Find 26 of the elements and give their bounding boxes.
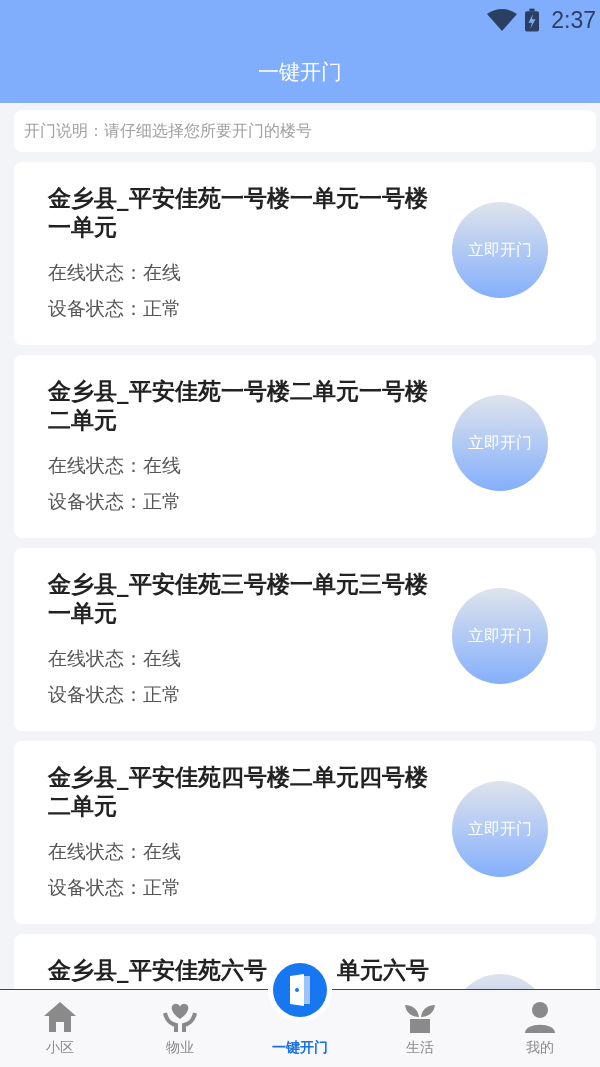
device-status: 设备状态：正常 — [48, 683, 181, 705]
building-name: 金乡县_平安佳苑一号楼一单元一号楼一单元 — [48, 184, 429, 242]
home-icon — [42, 999, 78, 1035]
online-status: 在线状态：在线 — [48, 840, 181, 862]
notice-bar: 开门说明：请仔细选择您所要开门的楼号 — [14, 110, 596, 152]
nav-tab[interactable]: 我的 — [526, 1039, 554, 1057]
device-status: 设备状态：正常 — [48, 876, 181, 898]
nav-tab[interactable]: 物业 — [166, 1039, 194, 1057]
device-status: 设备状态：正常 — [48, 490, 181, 512]
page-title: 一键开门 — [258, 58, 342, 86]
building-name: 金乡县_平安佳苑六号 — [48, 956, 267, 985]
building-name: 单元六号 — [336, 956, 429, 985]
online-status: 在线状态：在线 — [48, 647, 181, 669]
nav-tab[interactable]: 生活 — [406, 1039, 434, 1057]
battery-icon — [525, 8, 540, 32]
online-status: 在线状态：在线 — [48, 454, 181, 476]
building-name: 金乡县_平安佳苑一号楼二单元一号楼二单元 — [48, 377, 429, 435]
nav-tab[interactable]: 小区 — [46, 1039, 74, 1057]
status-time: 2:37 — [551, 6, 596, 34]
building-name: 金乡县_平安佳苑三号楼一单元三号楼一单元 — [48, 570, 429, 628]
wifi-icon — [487, 9, 518, 31]
nav-tab[interactable]: 一键开门 — [272, 1039, 328, 1057]
building-name: 金乡县_平安佳苑四号楼二单元四号楼二单元 — [48, 763, 429, 821]
online-status: 在线状态：在线 — [48, 261, 181, 283]
person-icon — [522, 999, 558, 1035]
device-status: 设备状态：正常 — [48, 297, 181, 319]
